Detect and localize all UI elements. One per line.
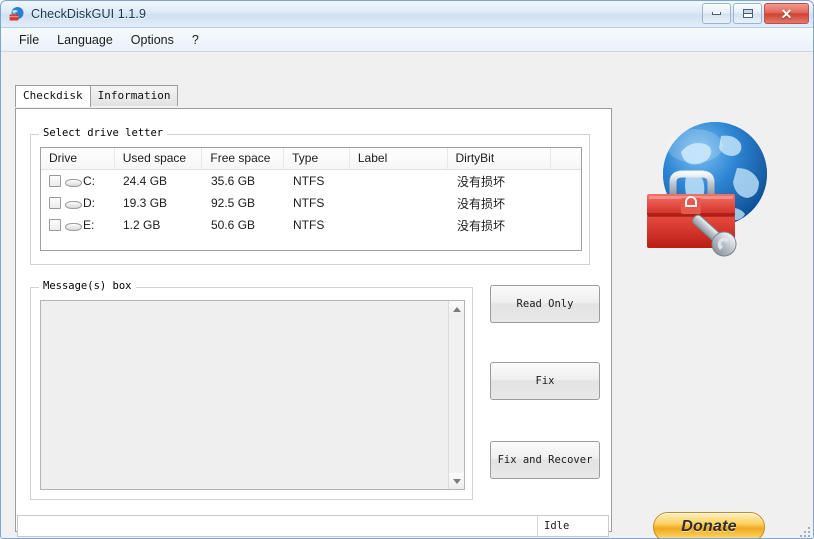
scroll-up-button[interactable] — [449, 301, 464, 317]
window-controls: ✕ — [700, 3, 809, 24]
drive-cell[interactable]: E: — [41, 218, 115, 232]
column-header-spacer[interactable] — [551, 148, 581, 169]
resize-grip[interactable] — [797, 524, 810, 537]
menu-item-file[interactable]: File — [10, 31, 48, 49]
drive-cell[interactable]: D: — [41, 196, 115, 210]
globe-toolbox-icon — [8, 6, 25, 23]
progress-bar — [18, 516, 538, 536]
messages-content[interactable] — [41, 301, 448, 489]
minimize-icon — [712, 12, 721, 15]
disk-icon — [65, 198, 82, 209]
messages-scrollbar[interactable] — [448, 301, 464, 489]
window-title: CheckDiskGUI 1.1.9 — [31, 7, 147, 21]
column-header-label[interactable]: Label — [350, 148, 448, 169]
column-header-dirtybit[interactable]: DirtyBit — [448, 148, 552, 169]
drive-cell[interactable]: C: — [41, 174, 115, 188]
cell-free-space: 35.6 GB — [211, 174, 256, 188]
tab-checkdisk[interactable]: Checkdisk — [15, 85, 91, 107]
drive-checkbox[interactable] — [49, 219, 61, 231]
disk-icon — [65, 220, 82, 231]
status-bar: Idle — [17, 515, 609, 537]
drive-list-header: Drive Used space Free space Type Label D… — [41, 148, 581, 170]
column-header-type[interactable]: Type — [284, 148, 350, 169]
tab-strip: Checkdisk Information — [15, 85, 179, 107]
messages-textarea[interactable] — [40, 300, 465, 490]
scroll-down-button[interactable] — [449, 473, 464, 489]
drive-letter: E: — [83, 218, 95, 232]
menu-item-language[interactable]: Language — [48, 31, 122, 49]
column-header-drive[interactable]: Drive — [41, 148, 115, 169]
maximize-icon — [742, 9, 753, 18]
tab-information[interactable]: Information — [89, 85, 179, 106]
cell-free-space: 92.5 GB — [211, 196, 256, 210]
disk-icon — [65, 176, 82, 187]
title-bar: CheckDiskGUI 1.1.9 ✕ — [1, 1, 813, 28]
table-row[interactable]: D: 19.3 GB 92.5 GB NTFS 没有损坏 — [41, 192, 581, 214]
column-header-used-space[interactable]: Used space — [115, 148, 203, 169]
column-header-free-space[interactable]: Free space — [202, 148, 285, 169]
cell-dirtybit: 没有损坏 — [457, 218, 506, 233]
messages-title: Message(s) box — [39, 280, 136, 292]
table-row[interactable]: C: 24.4 GB 35.6 GB NTFS 没有损坏 — [41, 170, 581, 192]
cell-type: NTFS — [293, 196, 325, 210]
drive-checkbox[interactable] — [49, 175, 61, 187]
donate-button[interactable]: Donate — [653, 512, 765, 538]
cell-used-space: 24.4 GB — [123, 174, 168, 188]
cell-used-space: 19.3 GB — [123, 196, 168, 210]
menu-item-help[interactable]: ? — [183, 31, 208, 49]
donate-label: Donate — [681, 518, 737, 535]
drive-list[interactable]: Drive Used space Free space Type Label D… — [40, 147, 582, 251]
globe-toolbox-logo — [629, 112, 789, 262]
cell-free-space: 50.6 GB — [211, 218, 256, 232]
client-area: Checkdisk Information Select drive lette… — [1, 52, 813, 538]
menu-item-options[interactable]: Options — [122, 31, 183, 49]
drive-letter: D: — [83, 196, 95, 210]
scroll-down-arrow-icon — [452, 478, 461, 484]
fix-and-recover-button[interactable]: Fix and Recover — [490, 441, 600, 479]
table-row[interactable]: E: 1.2 GB 50.6 GB NTFS 没有损坏 — [41, 214, 581, 236]
messages-groupbox: Message(s) box — [30, 280, 473, 500]
application-window: CheckDiskGUI 1.1.9 ✕ File Language Optio… — [0, 0, 814, 539]
maximize-button[interactable] — [733, 3, 762, 24]
close-icon: ✕ — [780, 5, 793, 22]
status-text: Idle — [544, 520, 570, 532]
select-drive-title: Select drive letter — [39, 127, 168, 139]
cell-type: NTFS — [293, 174, 325, 188]
drive-letter: C: — [83, 174, 95, 188]
cell-dirtybit: 没有损坏 — [457, 174, 506, 189]
cell-dirtybit: 没有损坏 — [457, 196, 506, 211]
minimize-button[interactable] — [702, 3, 731, 24]
select-drive-groupbox: Select drive letter Drive Used space Fre… — [30, 127, 590, 265]
read-only-button[interactable]: Read Only — [490, 285, 600, 323]
cell-type: NTFS — [293, 218, 325, 232]
drive-checkbox[interactable] — [49, 197, 61, 209]
cell-used-space: 1.2 GB — [123, 218, 161, 232]
fix-button[interactable]: Fix — [490, 362, 600, 400]
menu-bar: File Language Options ? — [1, 28, 813, 52]
close-button[interactable]: ✕ — [764, 3, 809, 24]
scroll-up-arrow-icon — [452, 306, 461, 312]
tab-panel-checkdisk: Select drive letter Drive Used space Fre… — [15, 108, 612, 532]
